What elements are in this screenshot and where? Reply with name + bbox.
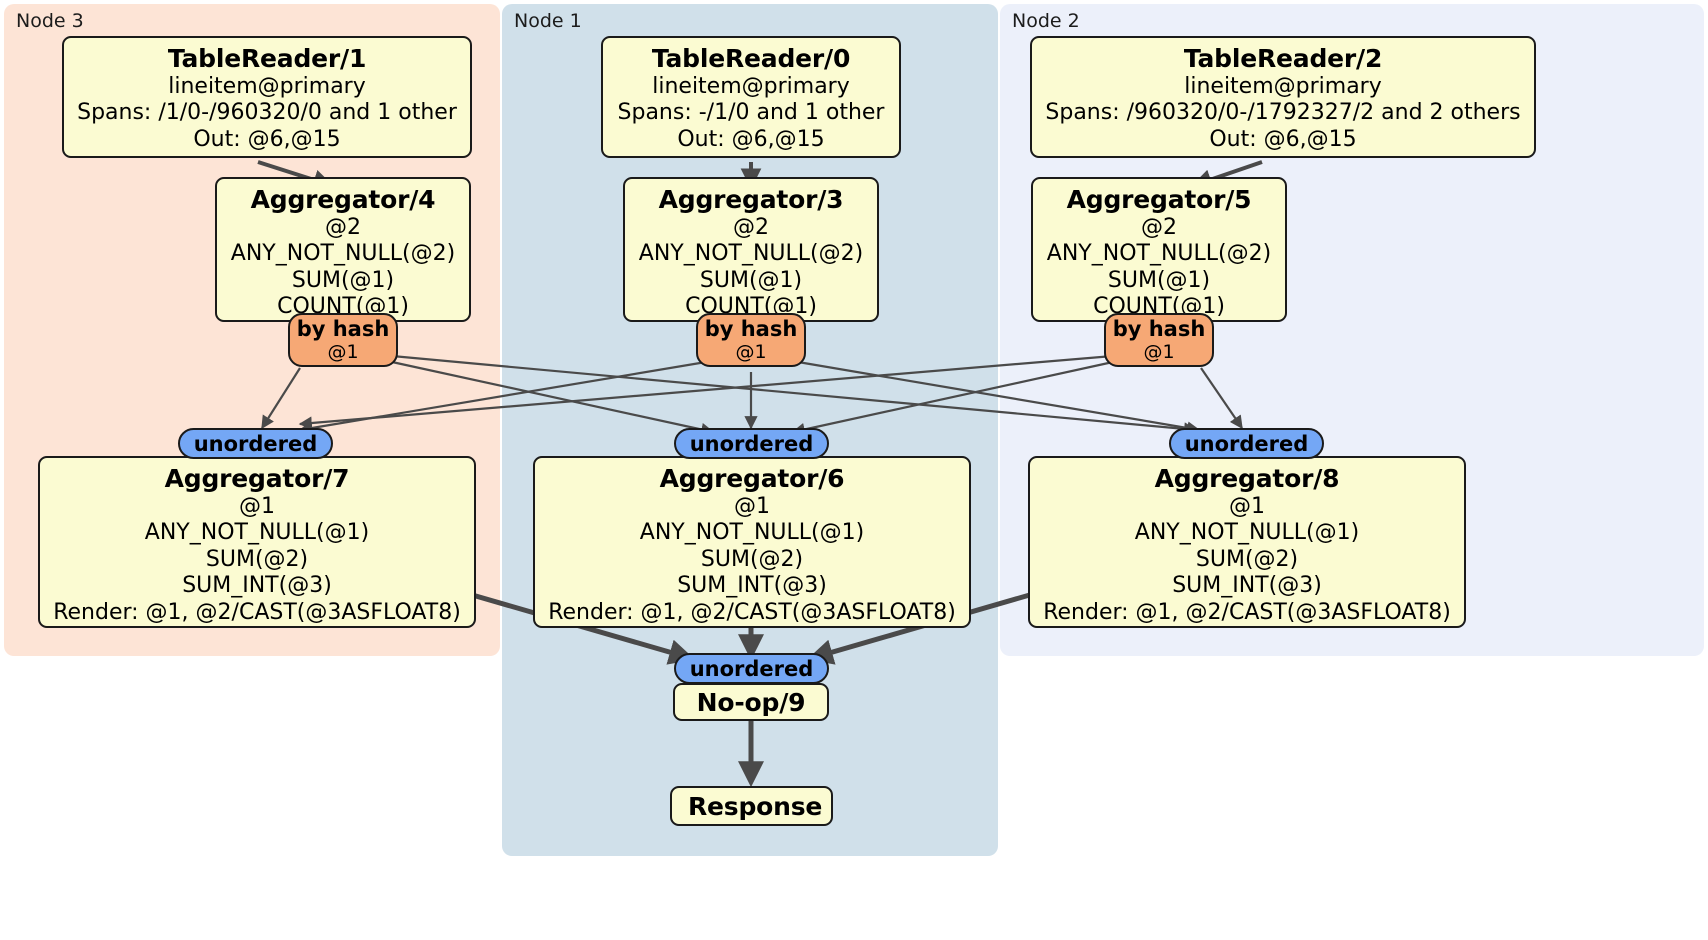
aggregator-5-func-1: ANY_NOT_NULL(@2) <box>1046 241 1272 267</box>
aggregator-8-func-3: SUM_INT(@3) <box>1172 573 1322 599</box>
aggregator-7-func-1: ANY_NOT_NULL(@1) <box>144 520 370 546</box>
hash-router-badge-aggregator-4[interactable]: by hash @1 <box>288 313 398 367</box>
aggregator-6-func-3: SUM_INT(@3) <box>677 573 827 599</box>
aggregator-8-func-1: ANY_NOT_NULL(@1) <box>1134 520 1360 546</box>
hash-router-5-title: by hash <box>1112 317 1206 341</box>
hash-router-badge-aggregator-3[interactable]: by hash @1 <box>696 313 806 367</box>
aggregator-3-func-1: ANY_NOT_NULL(@2) <box>638 241 864 267</box>
aggregator-7-func-2: SUM(@2) <box>205 546 309 572</box>
unordered-receiver-7-title: unordered <box>193 432 318 456</box>
processor-box-tablereader-1[interactable]: TableReader/1 lineitem@primary Spans: /1… <box>62 36 472 158</box>
aggregator-6-title: Aggregator/6 <box>659 464 845 493</box>
flow-diagram-canvas: Node 3 Node 1 Node 2 TableReader/1 linei… <box>0 0 1708 940</box>
unordered-receiver-badge-aggregator-8[interactable]: unordered <box>1169 428 1324 459</box>
hash-router-badge-aggregator-5[interactable]: by hash @1 <box>1104 313 1214 367</box>
processor-box-aggregator-7[interactable]: Aggregator/7 @1 ANY_NOT_NULL(@1) SUM(@2)… <box>38 456 476 628</box>
tablereader-0-out: Out: @6,@15 <box>677 126 825 152</box>
response-title: Response <box>688 792 823 821</box>
processor-box-aggregator-3[interactable]: Aggregator/3 @2 ANY_NOT_NULL(@2) SUM(@1)… <box>623 177 879 322</box>
processor-box-aggregator-6[interactable]: Aggregator/6 @1 ANY_NOT_NULL(@1) SUM(@2)… <box>533 456 971 628</box>
aggregator-4-title: Aggregator/4 <box>250 185 436 214</box>
aggregator-4-group: @2 <box>325 215 361 240</box>
processor-box-aggregator-4[interactable]: Aggregator/4 @2 ANY_NOT_NULL(@2) SUM(@1)… <box>215 177 471 322</box>
aggregator-7-render: Render: @1, @2/CAST(@3ASFLOAT8) <box>53 599 461 625</box>
node-region-node3-label: Node 3 <box>16 10 84 32</box>
aggregator-7-func-3: SUM_INT(@3) <box>182 573 332 599</box>
tablereader-1-out: Out: @6,@15 <box>193 126 341 152</box>
noop-9-title: No-op/9 <box>696 688 806 717</box>
unordered-receiver-6-title: unordered <box>689 432 814 456</box>
unordered-receiver-8-title: unordered <box>1184 432 1309 456</box>
processor-box-noop-9[interactable]: No-op/9 <box>673 683 829 721</box>
aggregator-5-title: Aggregator/5 <box>1066 185 1252 214</box>
aggregator-4-func-1: ANY_NOT_NULL(@2) <box>230 241 456 267</box>
aggregator-7-group: @1 <box>239 494 275 519</box>
aggregator-3-group: @2 <box>733 215 769 240</box>
aggregator-5-func-2: SUM(@1) <box>1107 267 1211 293</box>
hash-router-3-title: by hash <box>704 317 798 341</box>
node-region-node2-label: Node 2 <box>1012 10 1080 32</box>
processor-box-response[interactable]: Response <box>670 786 833 826</box>
hash-router-3-column: @1 <box>735 340 767 363</box>
tablereader-0-table: lineitem@primary <box>652 74 850 99</box>
processor-box-aggregator-5[interactable]: Aggregator/5 @2 ANY_NOT_NULL(@2) SUM(@1)… <box>1031 177 1287 322</box>
aggregator-8-func-2: SUM(@2) <box>1195 546 1299 572</box>
tablereader-1-title: TableReader/1 <box>167 44 367 73</box>
tablereader-1-spans: Spans: /1/0-/960320/0 and 1 other <box>77 100 457 126</box>
aggregator-7-title: Aggregator/7 <box>164 464 350 493</box>
hash-router-5-column: @1 <box>1143 340 1175 363</box>
unordered-receiver-badge-aggregator-7[interactable]: unordered <box>178 428 333 459</box>
hash-router-4-column: @1 <box>327 340 359 363</box>
tablereader-2-title: TableReader/2 <box>1183 44 1383 73</box>
tablereader-0-title: TableReader/0 <box>651 44 851 73</box>
aggregator-8-render: Render: @1, @2/CAST(@3ASFLOAT8) <box>1043 599 1451 625</box>
aggregator-6-render: Render: @1, @2/CAST(@3ASFLOAT8) <box>548 599 956 625</box>
tablereader-1-table: lineitem@primary <box>168 74 366 99</box>
aggregator-6-func-2: SUM(@2) <box>700 546 804 572</box>
aggregator-3-func-2: SUM(@1) <box>699 267 803 293</box>
aggregator-6-func-1: ANY_NOT_NULL(@1) <box>639 520 865 546</box>
processor-box-tablereader-0[interactable]: TableReader/0 lineitem@primary Spans: -/… <box>601 36 901 158</box>
aggregator-4-func-2: SUM(@1) <box>291 267 395 293</box>
unordered-receiver-9-title: unordered <box>689 657 814 681</box>
node-region-node1-label: Node 1 <box>514 10 582 32</box>
processor-box-tablereader-2[interactable]: TableReader/2 lineitem@primary Spans: /9… <box>1030 36 1536 158</box>
unordered-receiver-badge-noop-9[interactable]: unordered <box>674 653 829 684</box>
aggregator-8-group: @1 <box>1229 494 1265 519</box>
tablereader-2-out: Out: @6,@15 <box>1209 126 1357 152</box>
processor-box-aggregator-8[interactable]: Aggregator/8 @1 ANY_NOT_NULL(@1) SUM(@2)… <box>1028 456 1466 628</box>
tablereader-2-table: lineitem@primary <box>1184 74 1382 99</box>
aggregator-5-group: @2 <box>1141 215 1177 240</box>
hash-router-4-title: by hash <box>296 317 390 341</box>
unordered-receiver-badge-aggregator-6[interactable]: unordered <box>674 428 829 459</box>
tablereader-2-spans: Spans: /960320/0-/1792327/2 and 2 others <box>1045 100 1521 126</box>
aggregator-6-group: @1 <box>734 494 770 519</box>
aggregator-8-title: Aggregator/8 <box>1154 464 1340 493</box>
aggregator-3-title: Aggregator/3 <box>658 185 844 214</box>
tablereader-0-spans: Spans: -/1/0 and 1 other <box>617 100 885 126</box>
